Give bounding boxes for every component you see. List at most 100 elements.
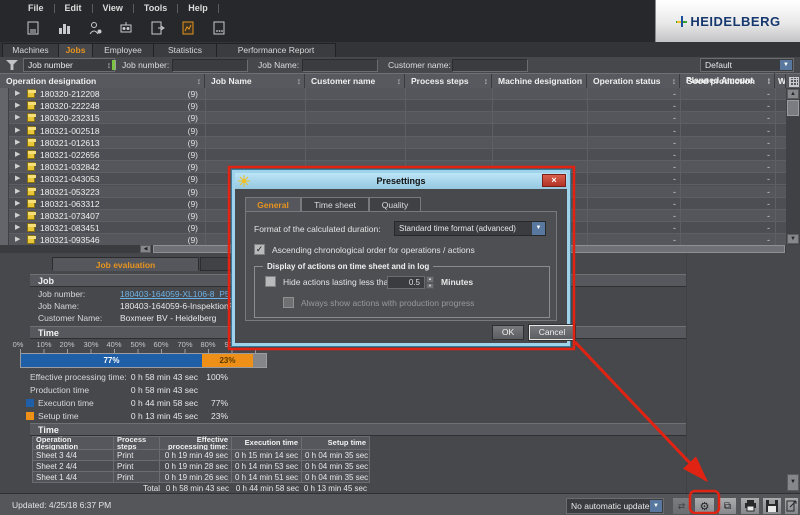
- row-expander-icon[interactable]: ▶: [15, 138, 20, 146]
- operation-count: (9): [160, 234, 198, 245]
- tab-performance-report[interactable]: Performance Report: [216, 43, 336, 57]
- tab-job-evaluation[interactable]: Job evaluation: [52, 257, 199, 271]
- dialog-tab-time-sheet[interactable]: Time sheet: [301, 197, 369, 211]
- sort-field-value: Job number: [28, 60, 73, 70]
- tab-jobs[interactable]: Jobs: [58, 43, 93, 57]
- row-expander-icon[interactable]: ▶: [15, 199, 20, 207]
- report-document-icon[interactable]: [24, 20, 41, 37]
- tab-statistics[interactable]: Statistics: [153, 43, 217, 57]
- table-row[interactable]: ▶180320-232315(9)--: [0, 112, 786, 124]
- dialog-titlebar[interactable]: Presettings: [235, 173, 567, 189]
- customer-name-input[interactable]: [452, 59, 528, 72]
- legend-time: 0 h 44 min 58 sec: [118, 397, 198, 409]
- hide-actions-checkbox[interactable]: [265, 276, 276, 287]
- column-header-customer-name[interactable]: Customer name: [305, 74, 405, 89]
- row-expander-icon[interactable]: ▶: [15, 162, 20, 170]
- column-header-operation-designation[interactable]: Operation designation: [0, 74, 205, 89]
- minutes-label: Minutes: [441, 277, 473, 287]
- row-expander-icon[interactable]: ▶: [15, 101, 20, 109]
- copy-button[interactable]: ⧉: [718, 497, 737, 515]
- cancel-button[interactable]: Cancel: [529, 325, 575, 340]
- row-expander-icon[interactable]: ▶: [15, 187, 20, 195]
- table-row[interactable]: ▶180321-002518(9)--: [0, 125, 786, 137]
- stepper-down-icon[interactable]: ▼: [426, 283, 434, 290]
- menu-view[interactable]: View: [93, 3, 133, 13]
- row-expander-icon[interactable]: ▶: [15, 150, 20, 158]
- preset-dropdown-arrow-icon[interactable]: ▼: [780, 60, 792, 70]
- col-setup-time[interactable]: Setup time: [302, 436, 370, 450]
- document-list-icon[interactable]: [210, 20, 227, 37]
- row-expander-icon[interactable]: ▶: [15, 174, 20, 182]
- scrollbar-thumb[interactable]: [787, 100, 799, 116]
- menu-tools[interactable]: Tools: [134, 3, 177, 13]
- ascending-order-checkbox[interactable]: ✓: [254, 244, 265, 255]
- row-expander-icon[interactable]: ▶: [15, 126, 20, 134]
- menu-file[interactable]: File: [18, 3, 54, 13]
- scroll-left-button[interactable]: ◀: [140, 245, 151, 253]
- auto-update-dropdown-arrow-icon[interactable]: ▼: [650, 500, 662, 512]
- minutes-input[interactable]: 0.5: [387, 276, 425, 289]
- ok-button[interactable]: OK: [492, 325, 524, 340]
- panel-scroll-down-button[interactable]: ▼: [787, 474, 799, 491]
- dialog-tab-quality[interactable]: Quality: [369, 197, 421, 211]
- scroll-up-button[interactable]: ▲: [787, 89, 799, 99]
- legend-time: 0 h 13 min 45 sec: [118, 410, 198, 422]
- save-button[interactable]: [762, 497, 782, 515]
- customer-name-value: Boxmeer BV - Heidelberg: [120, 313, 216, 323]
- preset-select[interactable]: Default ▼: [700, 58, 794, 72]
- table-row[interactable]: ▶180320-212208(9)--: [0, 88, 786, 100]
- employee-settings-icon[interactable]: [86, 20, 103, 37]
- job-report-active-icon[interactable]: [179, 20, 196, 37]
- good-production-value: -: [630, 234, 676, 245]
- refresh-button[interactable]: ⇄: [672, 497, 691, 515]
- ascending-order-label: Ascending chronological order for operat…: [272, 245, 475, 255]
- cell-exec: 0 h 14 min 51 sec: [232, 472, 302, 483]
- duration-format-select[interactable]: Standard time format (advanced) ▼: [394, 221, 546, 236]
- job-number-input[interactable]: [172, 59, 248, 72]
- column-header-operation-status[interactable]: Operation status: [587, 74, 680, 89]
- sort-field-select[interactable]: Job number ↕: [23, 58, 115, 72]
- vertical-scrollbar[interactable]: ▲ ▼: [786, 88, 800, 245]
- planned-amount-value: -: [724, 137, 770, 149]
- export-button[interactable]: [784, 497, 799, 515]
- table-row[interactable]: ▶180321-022656(9)--: [0, 149, 786, 161]
- row-expander-icon[interactable]: ▶: [15, 211, 20, 219]
- job-number-link[interactable]: 180403-164059-XL106-8_P5_6: [120, 289, 239, 299]
- column-header-planned-amount[interactable]: W: [775, 74, 786, 89]
- column-header-machine-designation[interactable]: Machine designation: [492, 74, 587, 89]
- row-expander-icon[interactable]: ▶: [15, 113, 20, 121]
- document-export-icon[interactable]: [148, 20, 165, 37]
- menu-edit[interactable]: Edit: [55, 3, 92, 13]
- dialog-close-button[interactable]: ×: [542, 174, 566, 187]
- row-expander-icon[interactable]: ▶: [15, 223, 20, 231]
- tab-machines[interactable]: Machines: [2, 43, 59, 57]
- column-chooser-button[interactable]: [786, 74, 800, 89]
- scroll-down-button[interactable]: ▼: [787, 234, 799, 244]
- column-divider: [587, 88, 588, 245]
- table-row[interactable]: ▶180320-222248(9)--: [0, 100, 786, 112]
- good-production-value: -: [630, 112, 676, 124]
- column-header-process-steps[interactable]: Process steps: [405, 74, 492, 89]
- presettings-button[interactable]: ⚙: [694, 497, 715, 515]
- col-process-steps[interactable]: Process steps: [114, 436, 160, 450]
- row-expander-icon[interactable]: ▶: [15, 89, 20, 97]
- minutes-stepper[interactable]: ▲▼: [426, 276, 434, 289]
- job-id: 180321-002518: [40, 125, 100, 137]
- filter-icon[interactable]: [6, 60, 18, 70]
- table-row[interactable]: ▶180321-012613(9)--: [0, 137, 786, 149]
- col-effective-processing-time[interactable]: Effective processing time:: [160, 436, 232, 450]
- column-header-planned-amount[interactable]: Planned Amount: [680, 73, 775, 88]
- col-operation-designation[interactable]: Operation designation: [32, 436, 114, 450]
- legend-time: 0 h 58 min 43 sec: [118, 384, 198, 396]
- menu-help[interactable]: Help: [178, 3, 218, 13]
- duration-dropdown-arrow-icon[interactable]: ▼: [532, 222, 545, 235]
- row-expander-icon[interactable]: ▶: [15, 235, 20, 243]
- job-name-input[interactable]: [302, 59, 378, 72]
- machine-chart-icon[interactable]: [55, 20, 72, 37]
- tab-employee[interactable]: Employee: [92, 43, 154, 57]
- column-header-job-name[interactable]: Job Name: [205, 74, 305, 89]
- col-execution-time[interactable]: Execution time: [232, 436, 302, 450]
- print-button[interactable]: [740, 497, 760, 515]
- press-machine-icon[interactable]: [117, 20, 134, 37]
- auto-update-select[interactable]: No automatic update ▼: [566, 498, 664, 514]
